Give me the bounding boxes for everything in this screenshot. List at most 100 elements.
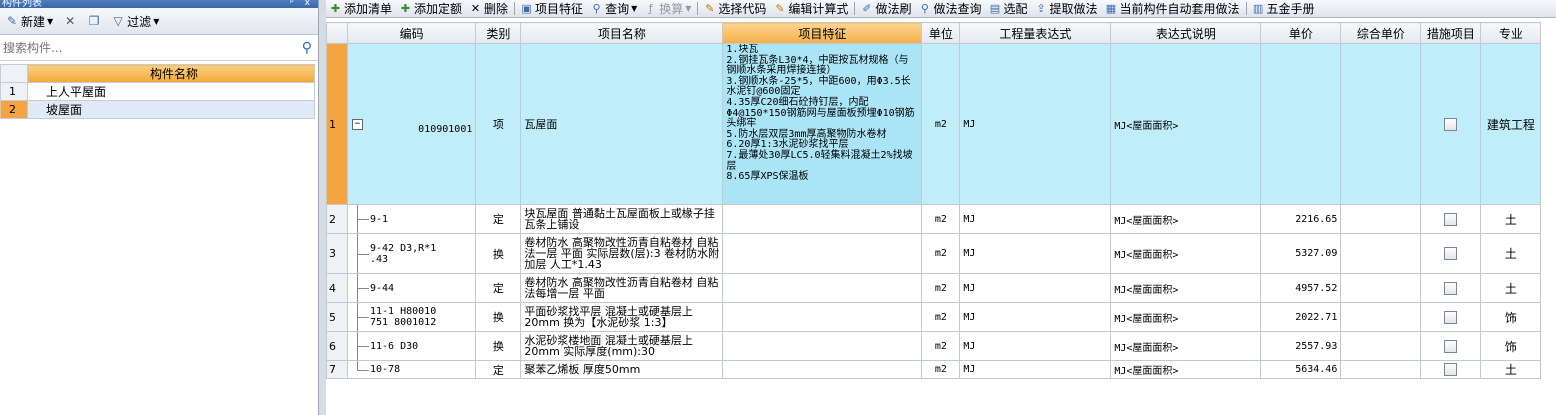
hardware-manual-button[interactable]: ▥ 五金手册: [1249, 0, 1319, 17]
measure-cell[interactable]: [1420, 43, 1482, 205]
unit-cell[interactable]: m2: [921, 204, 961, 234]
unit-cell[interactable]: m2: [921, 233, 961, 274]
header-code[interactable]: 编码: [346, 22, 477, 44]
expression-cell[interactable]: MJ: [959, 204, 1112, 234]
unit-price-cell[interactable]: 2557.93: [1260, 331, 1342, 361]
expression-desc-cell[interactable]: MJ<屋面面积>: [1110, 273, 1262, 303]
delete-button[interactable]: ✕ 删除: [466, 0, 512, 17]
expression-cell[interactable]: MJ: [959, 331, 1112, 361]
measure-cell[interactable]: [1420, 360, 1482, 379]
composite-price-cell[interactable]: [1340, 204, 1422, 234]
measure-cell[interactable]: [1420, 302, 1482, 332]
unit-price-cell[interactable]: 5634.46: [1260, 360, 1342, 379]
copy-component-button[interactable]: ❐: [84, 11, 104, 31]
code-cell[interactable]: 11-1 H80010 751 8001012: [346, 302, 477, 332]
extract-method-button[interactable]: ⇪ 提取做法: [1031, 0, 1101, 17]
unit-cell[interactable]: m2: [921, 302, 961, 332]
unit-price-cell[interactable]: 2216.65: [1260, 204, 1342, 234]
composite-price-cell[interactable]: [1340, 331, 1422, 361]
item-feature-cell[interactable]: [722, 273, 923, 303]
specialty-cell[interactable]: 饰: [1480, 302, 1542, 332]
measure-cell[interactable]: [1420, 204, 1482, 234]
add-quota-button[interactable]: ✚ 添加定额: [396, 0, 466, 17]
component-row[interactable]: 1 上人平屋面: [0, 82, 315, 101]
type-cell[interactable]: 定: [475, 273, 522, 303]
query-button[interactable]: ⚲ 查询 ▼: [587, 0, 641, 17]
header-composite-price[interactable]: 综合单价: [1340, 22, 1422, 44]
unit-cell[interactable]: m2: [921, 43, 961, 205]
expression-desc-cell[interactable]: MJ<屋面面积>: [1110, 331, 1262, 361]
expression-desc-cell[interactable]: MJ<屋面面积>: [1110, 204, 1262, 234]
specialty-cell[interactable]: 饰: [1480, 331, 1542, 361]
add-list-button[interactable]: ✚ 添加清单: [326, 0, 396, 17]
expression-cell[interactable]: MJ: [959, 360, 1112, 379]
header-specialty[interactable]: 专业: [1480, 22, 1542, 44]
measure-cell[interactable]: [1420, 331, 1482, 361]
unit-cell[interactable]: m2: [921, 360, 961, 379]
collapse-icon[interactable]: −: [352, 119, 363, 130]
measure-checkbox[interactable]: [1444, 212, 1458, 226]
measure-cell[interactable]: [1420, 273, 1482, 303]
header-measure-item[interactable]: 措施项目: [1420, 22, 1482, 44]
type-cell[interactable]: 定: [475, 204, 522, 234]
unit-cell[interactable]: m2: [921, 331, 961, 361]
header-item-name[interactable]: 项目名称: [520, 22, 724, 44]
expression-desc-cell[interactable]: MJ<屋面面积>: [1110, 360, 1262, 379]
item-feature-cell[interactable]: [722, 233, 923, 274]
auto-apply-button[interactable]: ▦ 当前构件自动套用做法: [1102, 0, 1244, 17]
specialty-cell[interactable]: 土: [1480, 204, 1542, 234]
item-name-cell[interactable]: 瓦屋面: [520, 43, 724, 205]
unit-price-cell[interactable]: 5327.09: [1260, 233, 1342, 274]
specialty-cell[interactable]: 建筑工程: [1480, 43, 1542, 205]
expression-cell[interactable]: MJ: [959, 273, 1112, 303]
measure-checkbox[interactable]: [1444, 281, 1458, 295]
specialty-cell[interactable]: 土: [1480, 233, 1542, 274]
component-name[interactable]: 坡屋面: [27, 100, 315, 119]
measure-checkbox[interactable]: [1444, 247, 1458, 261]
specialty-cell[interactable]: 土: [1480, 360, 1542, 379]
grid-row[interactable]: 2 9-1 定 块瓦屋面 普通黏土瓦屋面板上或椽子挂瓦条上铺设 m2 MJ MJ…: [326, 204, 1542, 234]
header-item-feature[interactable]: 项目特征: [722, 22, 923, 44]
item-name-cell[interactable]: 块瓦屋面 普通黏土瓦屋面板上或椽子挂瓦条上铺设: [520, 204, 724, 234]
type-cell[interactable]: 项: [475, 43, 522, 205]
item-feature-cell[interactable]: [722, 204, 923, 234]
code-cell[interactable]: 11-6 D30: [346, 331, 477, 361]
item-name-cell[interactable]: 卷材防水 高聚物改性沥青自粘卷材 自粘法每增一层 平面: [520, 273, 724, 303]
code-cell[interactable]: 9-1: [346, 204, 477, 234]
measure-checkbox[interactable]: [1444, 363, 1458, 377]
item-feature-button[interactable]: ▣ 项目特征: [517, 0, 587, 17]
unit-cell[interactable]: m2: [921, 273, 961, 303]
header-unit-price[interactable]: 单价: [1260, 22, 1342, 44]
grid-row[interactable]: 6 11-6 D30 换 水泥砂浆楼地面 混凝土或硬基层上 20mm 实际厚度(…: [326, 331, 1542, 361]
select-match-button[interactable]: ▤ 选配: [985, 0, 1031, 17]
grid-row[interactable]: 7 10-78 定 聚苯乙烯板 厚度50mm m2 MJ MJ<屋面面积> 56…: [326, 360, 1542, 379]
grid-row[interactable]: 4 9-44 定 卷材防水 高聚物改性沥青自粘卷材 自粘法每增一层 平面 m2 …: [326, 273, 1542, 303]
composite-price-cell[interactable]: [1340, 273, 1422, 303]
type-cell[interactable]: 换: [475, 233, 522, 274]
code-cell[interactable]: 10-78: [346, 360, 477, 379]
measure-checkbox[interactable]: [1444, 310, 1458, 324]
header-expression-desc[interactable]: 表达式说明: [1110, 22, 1262, 44]
item-feature-cell[interactable]: [722, 331, 923, 361]
composite-price-cell[interactable]: [1340, 43, 1422, 205]
header-quantity-expression[interactable]: 工程量表达式: [959, 22, 1112, 44]
composite-price-cell[interactable]: [1340, 233, 1422, 274]
measure-cell[interactable]: [1420, 233, 1482, 274]
method-query-button[interactable]: ⚲ 做法查询: [915, 0, 985, 17]
unit-price-cell[interactable]: 2022.71: [1260, 302, 1342, 332]
item-name-cell[interactable]: 平面砂浆找平层 混凝土或硬基层上 20mm 换为【水泥砂浆 1:3】: [520, 302, 724, 332]
component-name[interactable]: 上人平屋面: [27, 82, 315, 101]
item-feature-cell[interactable]: [722, 360, 923, 379]
item-feature-cell[interactable]: 1.块瓦 2.钢挂瓦条L30*4，中距按瓦材规格（与钢顺水条采用焊接连接） 3.…: [722, 43, 923, 205]
type-cell[interactable]: 换: [475, 331, 522, 361]
item-name-cell[interactable]: 聚苯乙烯板 厚度50mm: [520, 360, 724, 379]
code-cell[interactable]: 9-44: [346, 273, 477, 303]
item-name-cell[interactable]: 水泥砂浆楼地面 混凝土或硬基层上 20mm 实际厚度(mm):30: [520, 331, 724, 361]
component-row-selected[interactable]: 2 坡屋面: [0, 100, 315, 119]
header-type[interactable]: 类别: [475, 22, 522, 44]
composite-price-cell[interactable]: [1340, 302, 1422, 332]
select-code-button[interactable]: ✎ 选择代码: [700, 0, 770, 17]
specialty-cell[interactable]: 土: [1480, 273, 1542, 303]
grid-row-selected[interactable]: 1 − 010901001 项 瓦屋面 1.块瓦 2.钢挂瓦条L30*4，中距按…: [326, 43, 1542, 205]
code-cell[interactable]: − 010901001: [346, 43, 477, 205]
